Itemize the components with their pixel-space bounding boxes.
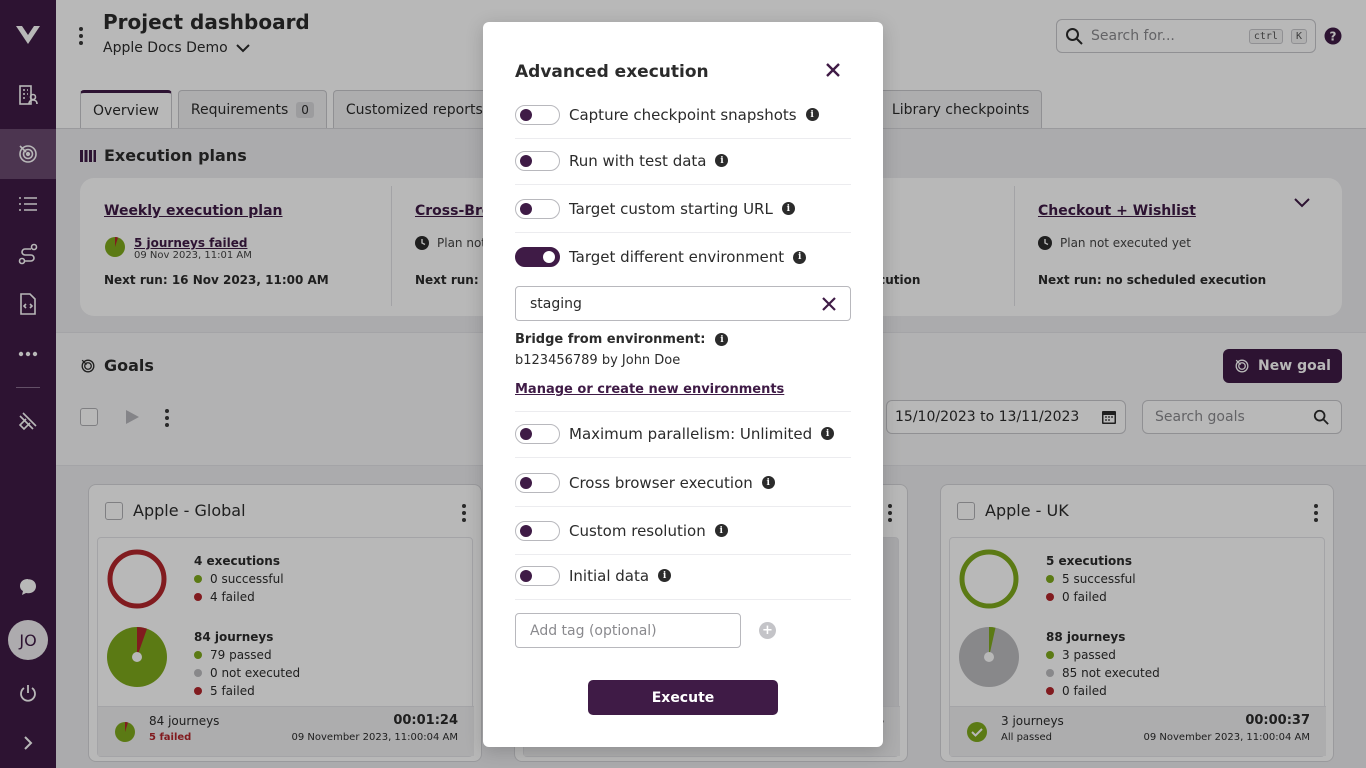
option-capture-snapshots: Capture checkpoint snapshots i — [515, 91, 851, 139]
tag-placeholder: Add tag (optional) — [530, 622, 657, 639]
bridge-label: Bridge from environment: i — [515, 332, 729, 347]
close-icon[interactable] — [825, 62, 841, 82]
toggle-initial-data[interactable] — [515, 565, 560, 586]
option-custom-resolution: Custom resolution i — [515, 507, 851, 555]
toggle-different-environment[interactable] — [515, 247, 560, 267]
info-icon[interactable]: i — [761, 476, 775, 489]
info-icon[interactable]: i — [805, 108, 819, 121]
execute-label: Execute — [651, 689, 715, 706]
option-label: Initial data — [569, 566, 650, 585]
toggle-custom-url[interactable] — [515, 198, 560, 219]
toggle-custom-resolution[interactable] — [515, 520, 560, 541]
modal-title: Advanced execution — [515, 62, 709, 82]
option-max-parallelism: Maximum parallelism: Unlimited i — [515, 410, 851, 458]
environment-value: staging — [530, 295, 582, 312]
option-label: Run with test data — [569, 151, 707, 170]
toggle-capture-snapshots[interactable] — [515, 104, 560, 125]
info-icon[interactable]: i — [715, 154, 729, 167]
info-icon[interactable]: i — [715, 333, 729, 346]
option-test-data: Run with test data i — [515, 137, 851, 185]
environment-select[interactable]: staging — [515, 286, 851, 321]
clear-icon[interactable] — [822, 296, 836, 311]
option-different-environment: Target different environment i — [515, 233, 851, 281]
option-custom-url: Target custom starting URL i — [515, 185, 851, 233]
option-label: Custom resolution — [569, 521, 706, 540]
bridge-label-text: Bridge from environment: — [515, 332, 706, 347]
option-label: Cross browser execution — [569, 473, 753, 492]
info-icon[interactable]: i — [793, 250, 807, 264]
toggle-cross-browser[interactable] — [515, 472, 560, 493]
option-label: Target different environment — [569, 248, 785, 266]
advanced-execution-modal: Advanced execution Capture checkpoint sn… — [483, 22, 883, 747]
toggle-max-parallelism[interactable] — [515, 423, 560, 444]
manage-environments-link[interactable]: Manage or create new environments — [515, 382, 784, 397]
info-icon[interactable]: i — [821, 427, 835, 440]
option-label: Capture checkpoint snapshots — [569, 105, 797, 124]
option-cross-browser: Cross browser execution i — [515, 459, 851, 507]
tag-input[interactable]: Add tag (optional) — [515, 613, 741, 648]
option-label: Maximum parallelism: Unlimited — [569, 424, 813, 443]
execute-button[interactable]: Execute — [588, 680, 778, 715]
bridge-value: b123456789 by John Doe — [515, 353, 681, 368]
info-icon[interactable]: i — [658, 569, 672, 582]
add-tag-icon[interactable]: + — [759, 622, 776, 639]
toggle-test-data[interactable] — [515, 150, 560, 171]
option-initial-data: Initial data i — [515, 552, 851, 600]
info-icon[interactable]: i — [714, 524, 728, 537]
option-label: Target custom starting URL — [569, 199, 773, 218]
info-icon[interactable]: i — [781, 202, 795, 215]
